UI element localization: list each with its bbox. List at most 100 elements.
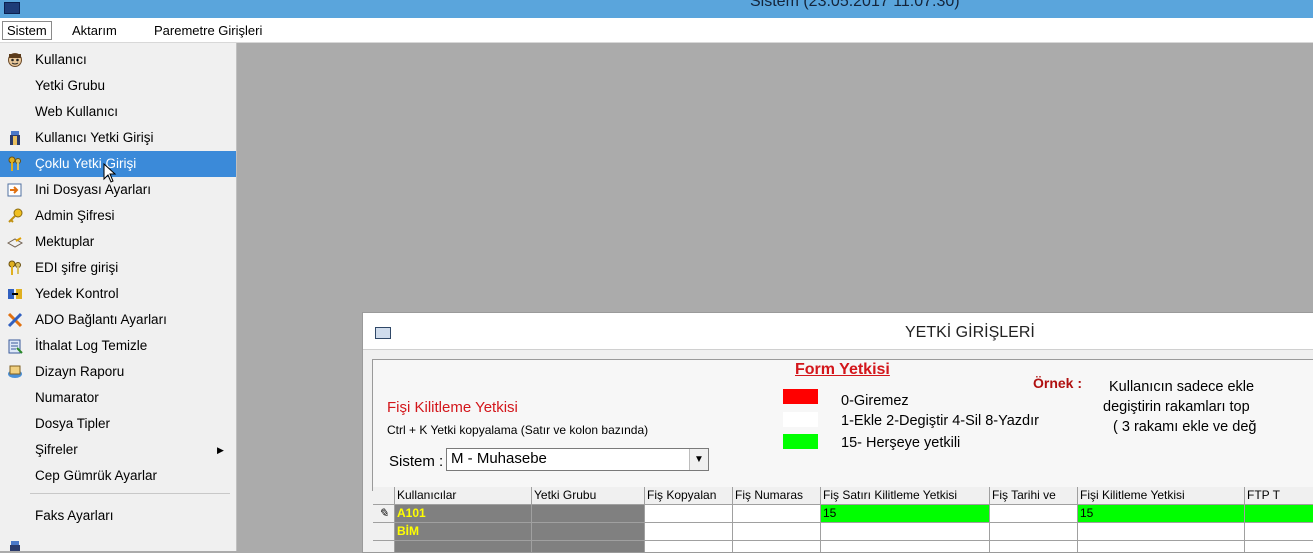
menu-item-numarator[interactable]: Numarator (0, 385, 236, 411)
menu-item-ithalat-log-temizle[interactable]: İthalat Log Temizle (0, 333, 236, 359)
app-icon[interactable] (4, 2, 20, 14)
column-header[interactable]: Fiş Satırı Kilitleme Yetkisi (821, 487, 990, 505)
grid-cell[interactable] (990, 523, 1078, 541)
submenu-arrow-icon: ▶ (217, 445, 224, 455)
row-indicator[interactable] (373, 523, 395, 541)
system-select[interactable]: M - Muhasebe ▼ (446, 448, 709, 471)
menu-item-yetki-grubu[interactable]: Yetki Grubu (0, 73, 236, 99)
grid-cell[interactable] (733, 523, 821, 541)
menu-sistem[interactable]: Sistem (2, 21, 52, 40)
grid-cell[interactable] (821, 541, 990, 552)
grid-cell[interactable] (645, 523, 733, 541)
connection-icon (7, 312, 23, 328)
mouse-cursor-icon (103, 163, 117, 183)
example-line: Kullanıcın sadece ekle (1109, 379, 1255, 395)
grid-corner (373, 487, 395, 505)
grid-cell[interactable]: 15 (821, 505, 990, 523)
grid-cell[interactable] (1245, 523, 1313, 541)
column-header[interactable]: Fiş Tarihi ve (990, 487, 1078, 505)
user-permission-icon (10, 541, 20, 551)
menu-item-dosya-tipler[interactable]: Dosya Tipler (0, 411, 236, 437)
chevron-down-icon[interactable]: ▼ (689, 449, 708, 470)
legend-text: 15- Herşeye yetkili (841, 435, 961, 451)
grid-cell[interactable] (1245, 541, 1313, 552)
grid-cell[interactable] (395, 541, 532, 552)
window-title-bar: Sistem (23.05.2017 11:07:30) (0, 0, 1313, 18)
column-header[interactable]: Kullanıcılar (395, 487, 532, 505)
menu-item-label: Kullanıcı (35, 52, 87, 67)
keys-icon (8, 260, 21, 275)
example-label: Örnek : (1033, 375, 1083, 391)
grid-cell[interactable] (645, 541, 733, 552)
grid-cell[interactable] (532, 523, 645, 541)
grid-cell[interactable] (532, 505, 645, 523)
menu-item-label: Numarator (35, 390, 99, 405)
menu-item-label: Dosya Tipler (35, 416, 111, 431)
menu-item-sifreler[interactable]: Şifreler ▶ (0, 437, 236, 463)
legend-text: 0-Giremez (841, 393, 909, 409)
grid-cell[interactable] (1078, 541, 1245, 552)
column-header[interactable]: FTP T (1245, 487, 1313, 505)
menu-item-dizayn-raporu[interactable]: Dizayn Raporu (0, 359, 236, 385)
grid-cell[interactable] (1245, 505, 1313, 523)
menu-item-label: Çoklu Yetki Girişi (35, 156, 137, 171)
menu-item-label: Mektuplar (35, 234, 95, 249)
grid-cell[interactable]: BİM (395, 523, 532, 541)
grid-cell[interactable] (990, 505, 1078, 523)
grid-cell[interactable]: 15 (1078, 505, 1245, 523)
grid-cell[interactable] (821, 523, 990, 541)
menu-item-label: İthalat Log Temizle (35, 338, 148, 353)
grid-cell[interactable] (532, 541, 645, 552)
legend-swatch-green (783, 434, 818, 449)
menu-item-ini-dosyasi-ayarlari[interactable]: Ini Dosyası Ayarları (0, 177, 236, 203)
menu-item-faks-ayarlari[interactable]: Faks Ayarları (0, 503, 236, 529)
system-select-value: M - Muhasebe (451, 450, 547, 467)
menu-item-admin-sifresi[interactable]: Admin Şifresi (0, 203, 236, 229)
column-header[interactable]: Yetki Grubu (532, 487, 645, 505)
user-permission-icon (10, 131, 20, 145)
menu-item-label: Dizayn Raporu (35, 364, 125, 379)
keys-icon (8, 156, 21, 171)
menu-bar: Sistem Aktarım Paremetre Girişleri (0, 18, 1313, 43)
form-permission-title: Form Yetkisi (795, 361, 890, 378)
dialog-system-icon[interactable] (375, 327, 391, 339)
grid-cell[interactable] (733, 505, 821, 523)
menu-item-label: Cep Gümrük Ayarlar (35, 468, 158, 483)
grid-cell[interactable] (1078, 523, 1245, 541)
window-title: Sistem (23.05.2017 11:07:30) (750, 0, 960, 10)
grid-cell[interactable] (645, 505, 733, 523)
menu-item-label: Web Kullanıcı (35, 104, 119, 119)
legend-swatch-white (783, 412, 818, 427)
menu-item-kullanici-yetki-girisi[interactable]: Kullanıcı Yetki Girişi (0, 125, 236, 151)
key-icon (8, 208, 23, 223)
menu-parametre-girisleri[interactable]: Paremetre Girişleri (150, 22, 266, 39)
menu-item-yedek-kontrol[interactable]: Yedek Kontrol (0, 281, 236, 307)
menu-item-coklu-yetki-girisi[interactable]: Çoklu Yetki Girişi (0, 151, 236, 177)
menu-item-edi-sifre-girisi[interactable]: EDI şifre girişi (0, 255, 236, 281)
example-line: ( 3 rakamı ekle ve değ (1113, 419, 1257, 435)
sistem-dropdown-menu: Kullanıcı Yetki Grubu Web Kullanıcı Kull… (0, 43, 237, 551)
menu-item-label: Yedek Kontrol (35, 286, 119, 301)
column-header[interactable]: Fiş Kopyalan (645, 487, 733, 505)
lock-permission-title: Fişi Kilitleme Yetkisi (387, 399, 518, 416)
menu-aktarim[interactable]: Aktarım (68, 22, 121, 39)
grid-cell[interactable] (733, 541, 821, 552)
grid-cell[interactable]: A101 (395, 505, 532, 523)
menu-item-ado-baglanti-ayarlari[interactable]: ADO Bağlantı Ayarları (0, 307, 236, 333)
legend-swatch-red (783, 389, 818, 404)
column-header[interactable]: Fişi Kilitleme Yetkisi (1078, 487, 1245, 505)
copy-hint: Ctrl + K Yetki kopyalama (Satır ve kolon… (387, 423, 649, 437)
menu-item-label: EDI şifre girişi (35, 260, 119, 275)
legend-text: 1-Ekle 2-Degiştir 4-Sil 8-Yazdır (841, 413, 1039, 429)
menu-item-web-kullanici[interactable]: Web Kullanıcı (0, 99, 236, 125)
grid-cell[interactable] (990, 541, 1078, 552)
yetki-girisleri-dialog: YETKİ GİRİŞLERİ Fişi Kilitleme Yetkisi C… (362, 312, 1313, 553)
row-indicator[interactable] (373, 541, 395, 552)
column-header[interactable]: Fiş Numaras (733, 487, 821, 505)
menu-item-cep-gumruk-ayarlar[interactable]: Cep Gümrük Ayarlar (0, 463, 236, 489)
menu-item-partial[interactable] (0, 535, 236, 551)
row-edit-indicator[interactable]: ✎ (373, 505, 395, 523)
clean-log-icon (8, 339, 23, 354)
menu-item-kullanici[interactable]: Kullanıcı (0, 47, 236, 73)
menu-item-mektuplar[interactable]: Mektuplar (0, 229, 236, 255)
